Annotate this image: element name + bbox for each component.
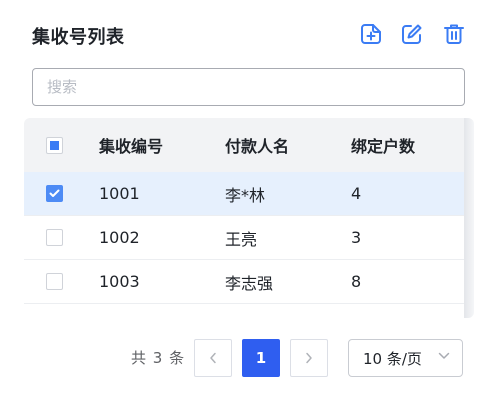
row-checkbox[interactable] [46, 273, 63, 290]
table-row[interactable]: 1003 李志强 8 [24, 260, 464, 304]
page-size-label: 10 条/页 [363, 349, 422, 368]
page-size-select[interactable]: 10 条/页 [348, 339, 463, 377]
indeterminate-mark [50, 140, 59, 150]
cell-payer: 王亮 [225, 229, 258, 249]
cell-count: 8 [351, 272, 362, 291]
column-header-count[interactable]: 绑定户数 [351, 118, 415, 172]
table-row[interactable]: 1001 李*林 4 [24, 172, 464, 216]
trash-icon [444, 24, 464, 44]
table-scrollbar[interactable] [464, 118, 474, 318]
check-icon [49, 189, 60, 197]
table-row[interactable]: 1002 王亮 3 [24, 216, 464, 260]
select-all-checkbox[interactable] [46, 136, 63, 154]
page-button-current[interactable]: 1 [242, 339, 280, 377]
delete-button[interactable] [442, 22, 466, 46]
row-checkbox[interactable] [46, 185, 63, 202]
cell-count: 3 [351, 228, 362, 247]
collection-list-panel: 集收号列表 搜索 集收编号 付款人名 绑定户数 1001 李*林 4 1002 … [0, 0, 492, 415]
prev-page-button[interactable] [194, 339, 232, 377]
add-button[interactable] [359, 22, 383, 46]
next-page-button[interactable] [290, 339, 328, 377]
row-check-cell [46, 172, 66, 215]
cell-payer: 李*林 [225, 185, 266, 205]
select-all-cell [46, 118, 66, 172]
page-title: 集收号列表 [32, 27, 125, 48]
panel-header: 集收号列表 [32, 20, 468, 50]
cell-payer: 李志强 [225, 273, 274, 293]
data-table: 集收编号 付款人名 绑定户数 1001 李*林 4 1002 王亮 3 1003… [24, 118, 474, 318]
column-header-id[interactable]: 集收编号 [99, 118, 163, 172]
chevron-left-icon [210, 352, 216, 364]
column-header-payer[interactable]: 付款人名 [225, 118, 289, 172]
search-input[interactable] [32, 68, 465, 106]
row-checkbox[interactable] [46, 229, 63, 246]
cell-id: 1003 [99, 272, 140, 291]
row-check-cell [46, 216, 66, 259]
total-count: 共 3 条 [131, 349, 186, 367]
add-square-icon [361, 24, 381, 44]
row-check-cell [46, 260, 66, 303]
cell-id: 1001 [99, 184, 140, 203]
table-body: 集收编号 付款人名 绑定户数 1001 李*林 4 1002 王亮 3 1003… [24, 118, 464, 304]
cell-id: 1002 [99, 228, 140, 247]
edit-button[interactable] [400, 22, 424, 46]
chevron-right-icon [306, 352, 312, 364]
edit-icon [402, 24, 422, 44]
pagination: 共 3 条 1 10 条/页 [0, 339, 492, 377]
cell-count: 4 [351, 184, 362, 203]
chevron-down-icon [438, 352, 450, 359]
table-header-row: 集收编号 付款人名 绑定户数 [24, 118, 464, 172]
